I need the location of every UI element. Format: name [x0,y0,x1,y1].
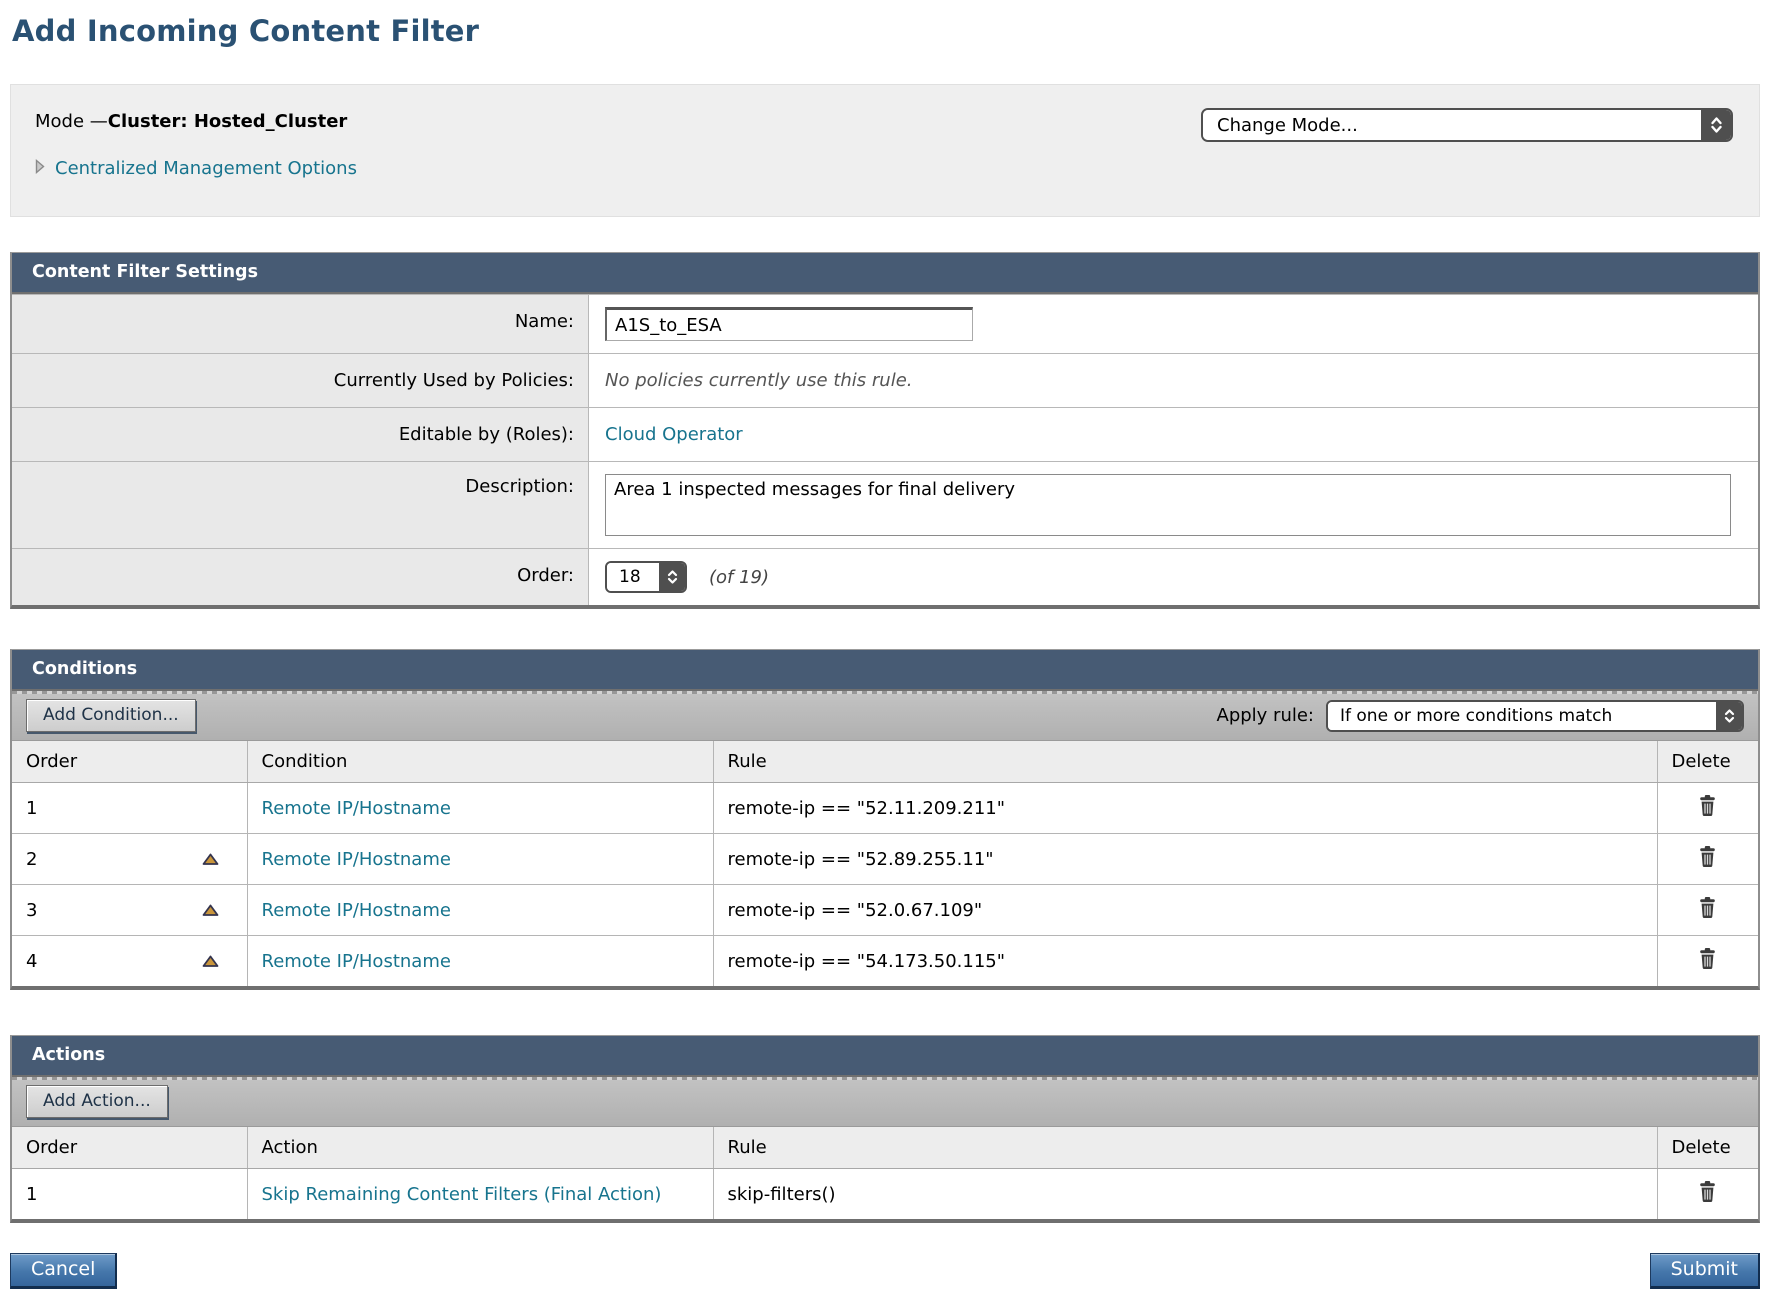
actions-col-order: Order [12,1127,247,1169]
change-mode-selected-value: Change Mode... [1203,110,1701,140]
action-row: 1 Skip Remaining Content Filters (Final … [12,1169,1758,1220]
delete-condition-button[interactable] [1697,845,1718,868]
submit-button[interactable]: Submit [1650,1253,1760,1289]
condition-row: 1 Remote IP/Hostname remote-ip == "52.11… [12,783,1758,834]
condition-rule: remote-ip == "52.89.255.11" [728,849,994,870]
content-filter-settings-panel: Content Filter Settings Name: Currently … [10,252,1760,609]
actions-panel-header: Actions [12,1036,1758,1077]
add-incoming-content-filter-page: Add Incoming Content Filter Mode —Cluste… [0,0,1770,1299]
actions-header-row: Order Action Rule Delete [12,1127,1758,1169]
change-mode-select[interactable]: Change Mode... [1201,108,1733,142]
trash-icon [1697,958,1718,973]
delete-condition-button[interactable] [1697,794,1718,817]
condition-link[interactable]: Remote IP/Hostname [262,951,451,972]
move-up-icon [202,956,219,971]
trash-icon [1697,805,1718,820]
mode-dash: — [90,111,108,132]
condition-row: 4 Remote IP/Hostname remote-ip == "54.17… [12,936,1758,987]
conditions-col-condition: Condition [247,741,713,783]
condition-rule: remote-ip == "52.0.67.109" [728,900,983,921]
condition-link[interactable]: Remote IP/Hostname [262,849,451,870]
move-up-button[interactable] [202,904,219,917]
action-order: 1 [26,1184,37,1205]
order-selected-value: 18 [607,563,659,591]
conditions-panel: Conditions Add Condition... Apply rule: … [10,649,1760,990]
move-up-icon [202,854,219,869]
trash-icon [1697,907,1718,922]
move-up-button[interactable] [202,955,219,968]
name-input[interactable] [605,307,973,341]
settings-panel-header: Content Filter Settings [12,253,1758,294]
settings-row-description: Description: Area 1 inspected messages f… [12,461,1758,548]
actions-toolbar: Add Action... [12,1077,1758,1127]
delete-action-button[interactable] [1697,1180,1718,1203]
condition-link[interactable]: Remote IP/Hostname [262,798,451,819]
settings-row-policies: Currently Used by Policies: No policies … [12,353,1758,407]
condition-rule: remote-ip == "54.173.50.115" [728,951,1006,972]
centralized-management-options-label: Centralized Management Options [55,158,357,179]
move-up-button[interactable] [202,853,219,866]
conditions-col-delete: Delete [1657,741,1758,783]
actions-panel: Actions Add Action... Order Action Rule … [10,1035,1760,1223]
cancel-button[interactable]: Cancel [10,1253,117,1289]
select-spinner-icon [1701,110,1731,140]
disclosure-triangle-icon [35,158,45,179]
condition-row: 2 Remote IP/Hostname remote-ip == "52.89… [12,834,1758,885]
conditions-panel-header: Conditions [12,650,1758,691]
settings-row-name: Name: [12,294,1758,353]
conditions-header-row: Order Condition Rule Delete [12,741,1758,783]
conditions-col-order: Order [12,741,247,783]
apply-rule-selected-value: If one or more conditions match [1328,702,1716,730]
action-rule: skip-filters() [728,1184,836,1205]
actions-col-delete: Delete [1657,1127,1758,1169]
conditions-toolbar: Add Condition... Apply rule: If one or m… [12,691,1758,741]
cloud-operator-link[interactable]: Cloud Operator [605,424,743,445]
condition-link[interactable]: Remote IP/Hostname [262,900,451,921]
page-title: Add Incoming Content Filter [10,10,1760,48]
select-spinner-icon [1716,702,1742,730]
action-link[interactable]: Skip Remaining Content Filters (Final Ac… [262,1184,662,1205]
delete-condition-button[interactable] [1697,947,1718,970]
actions-col-action: Action [247,1127,713,1169]
add-condition-button[interactable]: Add Condition... [26,699,196,732]
order-label: Order: [12,549,589,605]
centralized-management-options-link[interactable]: Centralized Management Options [35,158,357,179]
conditions-table: Order Condition Rule Delete 1 Remote IP/… [12,741,1758,986]
actions-table: Order Action Rule Delete 1 Skip Remainin… [12,1127,1758,1219]
actions-col-rule: Rule [713,1127,1657,1169]
select-spinner-icon [659,563,685,591]
settings-row-editable: Editable by (Roles): Cloud Operator [12,407,1758,461]
condition-order: 2 [26,849,37,870]
apply-rule-group: Apply rule: If one or more conditions ma… [1217,700,1745,732]
policies-value: No policies currently use this rule. [605,370,913,391]
apply-rule-label: Apply rule: [1217,705,1315,726]
delete-condition-button[interactable] [1697,896,1718,919]
conditions-col-rule: Rule [713,741,1657,783]
order-select[interactable]: 18 [605,561,687,593]
add-action-button[interactable]: Add Action... [26,1085,168,1118]
move-up-icon [202,905,219,920]
condition-rule: remote-ip == "52.11.209.211" [728,798,1006,819]
name-label: Name: [12,295,589,353]
condition-row: 3 Remote IP/Hostname remote-ip == "52.0.… [12,885,1758,936]
description-textarea[interactable]: Area 1 inspected messages for final deli… [605,474,1731,536]
footer-actions: Cancel Submit [10,1253,1760,1289]
trash-icon [1697,856,1718,871]
apply-rule-select[interactable]: If one or more conditions match [1326,700,1744,732]
condition-order: 3 [26,900,37,921]
mode-label: Mode [35,111,84,132]
order-of-total: (of 19) [709,567,769,588]
mode-panel: Mode —Cluster: Hosted_Cluster Change Mod… [10,84,1760,217]
policies-label: Currently Used by Policies: [12,354,589,407]
description-label: Description: [12,462,589,548]
trash-icon [1697,1191,1718,1206]
mode-value: Cluster: Hosted_Cluster [108,111,348,132]
settings-row-order: Order: 18 (of 19) [12,548,1758,605]
condition-order: 4 [26,951,37,972]
editable-label: Editable by (Roles): [12,408,589,461]
condition-order: 1 [26,798,37,819]
